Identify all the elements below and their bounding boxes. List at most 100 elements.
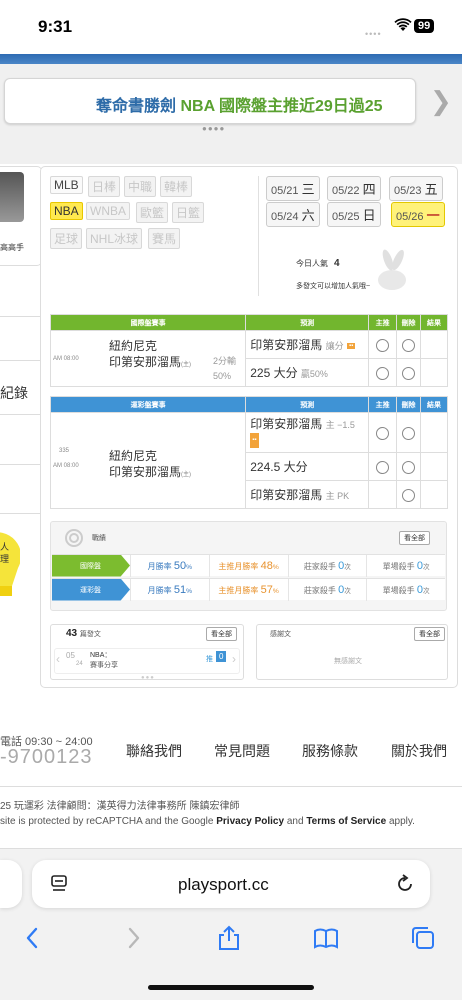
- delete-radio[interactable]: [402, 460, 416, 474]
- main-pick-cell: [368, 330, 398, 359]
- result-cell: [420, 480, 448, 509]
- apply-text: apply.: [386, 816, 415, 827]
- sport-tag-cpbl: 中職: [124, 176, 157, 197]
- left-menu: 紀錄: [0, 316, 42, 514]
- delete-radio[interactable]: [402, 338, 416, 352]
- posts-count-value: 43: [66, 628, 78, 639]
- sport-tag-mlb[interactable]: MLB: [50, 176, 83, 194]
- popularity-hint: 多發文可以增加人氣哦~: [296, 283, 371, 290]
- footer-link-contact[interactable]: 聯絡我們: [126, 741, 182, 761]
- wifi-icon: [394, 18, 412, 31]
- url-text[interactable]: playsport.cc: [178, 875, 269, 895]
- divider: [258, 176, 259, 296]
- chevron-right-icon[interactable]: ❯: [430, 86, 452, 117]
- column-header: 結果: [420, 314, 448, 331]
- delete-cell: [396, 480, 422, 509]
- lock-badge-icon: ▪▪: [346, 342, 356, 349]
- left-menu-record[interactable]: 紀錄: [0, 383, 28, 403]
- lottery-bets-table: 運彩盤賽事 預測 主推 刪除 結果 335 AM 08:00 紐約尼克 印第安那…: [49, 396, 448, 509]
- popularity-value: 4: [334, 258, 340, 269]
- share-icon[interactable]: [216, 925, 242, 951]
- percent-sign: %: [272, 563, 279, 571]
- percent-sign: %: [186, 563, 193, 571]
- column-header: 預測: [245, 396, 370, 413]
- bookmarks-icon[interactable]: [313, 925, 339, 951]
- stats-row-lottery: 運彩盤 月勝率 51% 主推月勝率 57% 莊家殺手 0次 單場殺手 0次: [52, 578, 445, 601]
- delete-cell: [396, 330, 422, 359]
- tabs-icon[interactable]: [410, 925, 436, 951]
- back-icon[interactable]: [20, 925, 46, 951]
- left-menu-item[interactable]: [0, 415, 42, 465]
- main-win-value: 48: [260, 559, 273, 572]
- weekday-label: 一: [426, 208, 440, 223]
- single-game-killer: 單場殺手 0次: [366, 578, 445, 601]
- game-number: 335: [59, 448, 70, 454]
- reader-mode-icon[interactable]: [50, 874, 68, 894]
- delete-radio[interactable]: [402, 366, 416, 380]
- stats-view-all-button[interactable]: 看全部: [399, 531, 430, 545]
- main-pick-radio[interactable]: [376, 460, 390, 474]
- prediction-cell: 225 大分 贏50%: [245, 358, 370, 387]
- forward-icon[interactable]: [120, 925, 146, 951]
- main-pick-radio[interactable]: [376, 338, 390, 352]
- thanks-view-all-button[interactable]: 看全部: [414, 627, 445, 641]
- posts-view-all-button[interactable]: 看全部: [206, 627, 237, 641]
- rabbit-mascot-icon: [378, 249, 406, 290]
- left-menu-item[interactable]: [0, 317, 42, 361]
- match-time: AM 08:00: [53, 356, 79, 362]
- prediction-total: 225 大分: [250, 366, 298, 380]
- carousel-pager-dots[interactable]: ●●●●: [202, 124, 225, 133]
- single-killer-label: 單場殺手: [382, 585, 415, 595]
- date-button-selected[interactable]: 05/26 一: [391, 202, 445, 227]
- footer-link-terms[interactable]: 服務條款: [302, 741, 358, 761]
- result-cell: [420, 330, 448, 359]
- weekday-label: 四: [362, 182, 376, 197]
- previous-tab-bar[interactable]: [0, 860, 22, 908]
- and-text: and: [284, 816, 307, 827]
- reload-icon[interactable]: [394, 873, 416, 895]
- delete-radio[interactable]: [402, 488, 416, 502]
- weekday-label: 五: [424, 182, 438, 197]
- footer-divider: [0, 786, 462, 787]
- date-button[interactable]: 05/23 五: [389, 176, 443, 201]
- date-button[interactable]: 05/24 六: [266, 202, 320, 227]
- date-button[interactable]: 05/22 四: [327, 176, 381, 201]
- cellular-signal-icon: ••••: [365, 29, 382, 39]
- main-pick-radio[interactable]: [376, 366, 390, 380]
- sport-tag-horse-racing: 賽馬: [148, 228, 181, 249]
- footer-link-about[interactable]: 關於我們: [391, 741, 447, 761]
- percent-sign: %: [272, 587, 279, 595]
- thanks-title: 感謝文: [270, 631, 291, 638]
- recaptcha-notice: site is protected by reCAPTCHA and the G…: [0, 816, 415, 827]
- line-1: 2分輸: [213, 356, 237, 366]
- sport-tag-nba[interactable]: NBA: [50, 202, 83, 220]
- line-2: 50%: [213, 371, 232, 381]
- main-pick-radio[interactable]: [376, 426, 390, 440]
- sport-tag-japan-basketball: 日籃: [172, 202, 205, 223]
- sport-tag-kbo: 韓棒: [160, 176, 193, 197]
- promo-banner-title: 奪命書勝劍: [96, 98, 181, 115]
- promo-banner-text[interactable]: 奪命書勝劍 NBA 國際盤主推近29日過25: [96, 92, 383, 116]
- date-button[interactable]: 05/21 三: [266, 176, 320, 201]
- terms-of-service-link[interactable]: Terms of Service: [306, 816, 386, 827]
- main-pick-cell: [368, 358, 398, 387]
- date-button[interactable]: 05/25 日: [327, 202, 381, 227]
- avatar[interactable]: [0, 172, 24, 222]
- percent-sign: %: [186, 587, 193, 595]
- times-label: 次: [344, 563, 351, 571]
- posts-count: 43 篇發文: [66, 628, 101, 639]
- posts-pager-dots[interactable]: ●●●: [141, 675, 155, 681]
- column-header: 預測: [245, 314, 370, 331]
- delete-radio[interactable]: [402, 426, 416, 440]
- status-time: 9:31: [38, 17, 73, 36]
- privacy-policy-link[interactable]: Privacy Policy: [216, 816, 284, 827]
- thanks-empty: 無感謝文: [334, 658, 362, 665]
- prediction-team: 印第安那溜馬: [250, 488, 323, 502]
- prediction-cell: 印第安那溜馬 讓分 ▪▪: [245, 330, 370, 359]
- chevron-left-icon[interactable]: ‹: [56, 652, 60, 666]
- table-row: 335 AM 08:00 紐約尼克 印第安那溜馬(主) 印第安那溜馬 主 −1.…: [49, 412, 448, 509]
- footer-link-faq[interactable]: 常見問題: [214, 741, 270, 761]
- chevron-right-icon[interactable]: ›: [232, 652, 236, 666]
- prediction-cell: 印第安那溜馬 主 −1.5 ▪▪: [245, 412, 370, 453]
- post-title[interactable]: NBA：: [90, 650, 111, 660]
